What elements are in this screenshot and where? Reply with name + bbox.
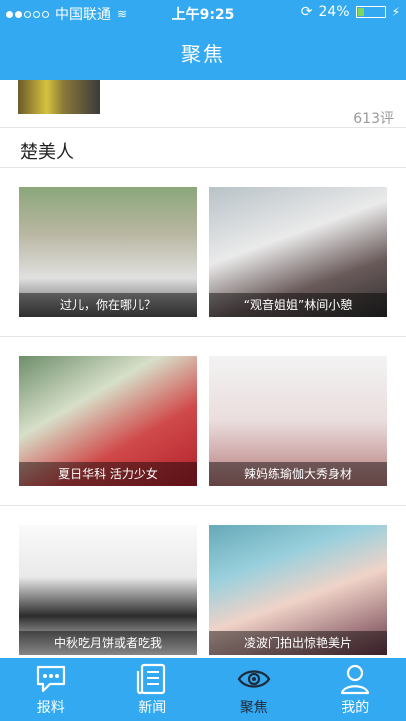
grid-tile[interactable]: 夏日华科 活力少女: [19, 356, 197, 486]
status-right: ⟳ 24% ⚡: [301, 4, 400, 20]
tile-caption: 夏日华科 活力少女: [19, 462, 197, 486]
tab-label: 我的: [341, 700, 370, 716]
tab-focus[interactable]: 聚焦: [203, 658, 305, 721]
tab-news[interactable]: 新闻: [102, 658, 204, 721]
tab-label: 聚焦: [239, 700, 268, 716]
user-icon: [341, 664, 370, 695]
grid-divider: [0, 505, 406, 506]
news-list-icon: [137, 663, 166, 695]
tile-caption: 中秋吃月饼或者吃我: [19, 631, 197, 655]
grid-tile[interactable]: 凌波门拍出惊艳美片: [209, 525, 387, 655]
tile-caption: 过儿，你在哪儿？: [19, 293, 197, 317]
grid-tile[interactable]: 辣妈练瑜伽大秀身材: [209, 356, 387, 486]
tab-baoliao[interactable]: 报料: [0, 658, 102, 721]
rotation-lock-icon: ⟳: [300, 4, 313, 20]
tab-label: 新闻: [138, 700, 167, 716]
tab-profile[interactable]: 我的: [305, 658, 406, 721]
tab-label: 报料: [36, 700, 65, 716]
grid-tile[interactable]: “观音姐姐”林间小憩: [209, 187, 387, 317]
eye-icon: [237, 670, 271, 688]
page-title: 聚焦: [181, 42, 225, 66]
previous-list-item[interactable]: 613评: [0, 80, 406, 128]
tile-caption: “观音姐姐”林间小憩: [209, 293, 387, 317]
section-title: 楚美人: [20, 142, 74, 163]
status-bar: 中国联通 ≋ 上午9:25 ⟳ 24% ⚡: [0, 0, 406, 24]
previous-thumbnail: [18, 80, 100, 114]
grid-tile[interactable]: 中秋吃月饼或者吃我: [19, 525, 197, 655]
battery-percent: 24%: [318, 4, 350, 20]
app-header: 中国联通 ≋ 上午9:25 ⟳ 24% ⚡ 聚焦: [0, 0, 406, 80]
tile-caption: 凌波门拍出惊艳美片: [209, 631, 387, 655]
comment-count: 613评: [353, 111, 394, 127]
chat-bubble-icon: [36, 665, 65, 693]
tile-caption: 辣妈练瑜伽大秀身材: [209, 462, 387, 486]
charging-icon: ⚡: [391, 5, 400, 19]
grid-divider: [0, 336, 406, 337]
battery-icon: [355, 6, 386, 18]
grid-tile[interactable]: 过儿，你在哪儿？: [19, 187, 197, 317]
image-grid: 过儿，你在哪儿？ “观音姐姐”林间小憩 夏日华科 活力少女 辣妈练瑜伽大秀身材 …: [0, 168, 406, 658]
tab-bar: 报料 新闻 聚焦 我的: [0, 658, 406, 721]
section-header: 楚美人: [0, 128, 406, 168]
